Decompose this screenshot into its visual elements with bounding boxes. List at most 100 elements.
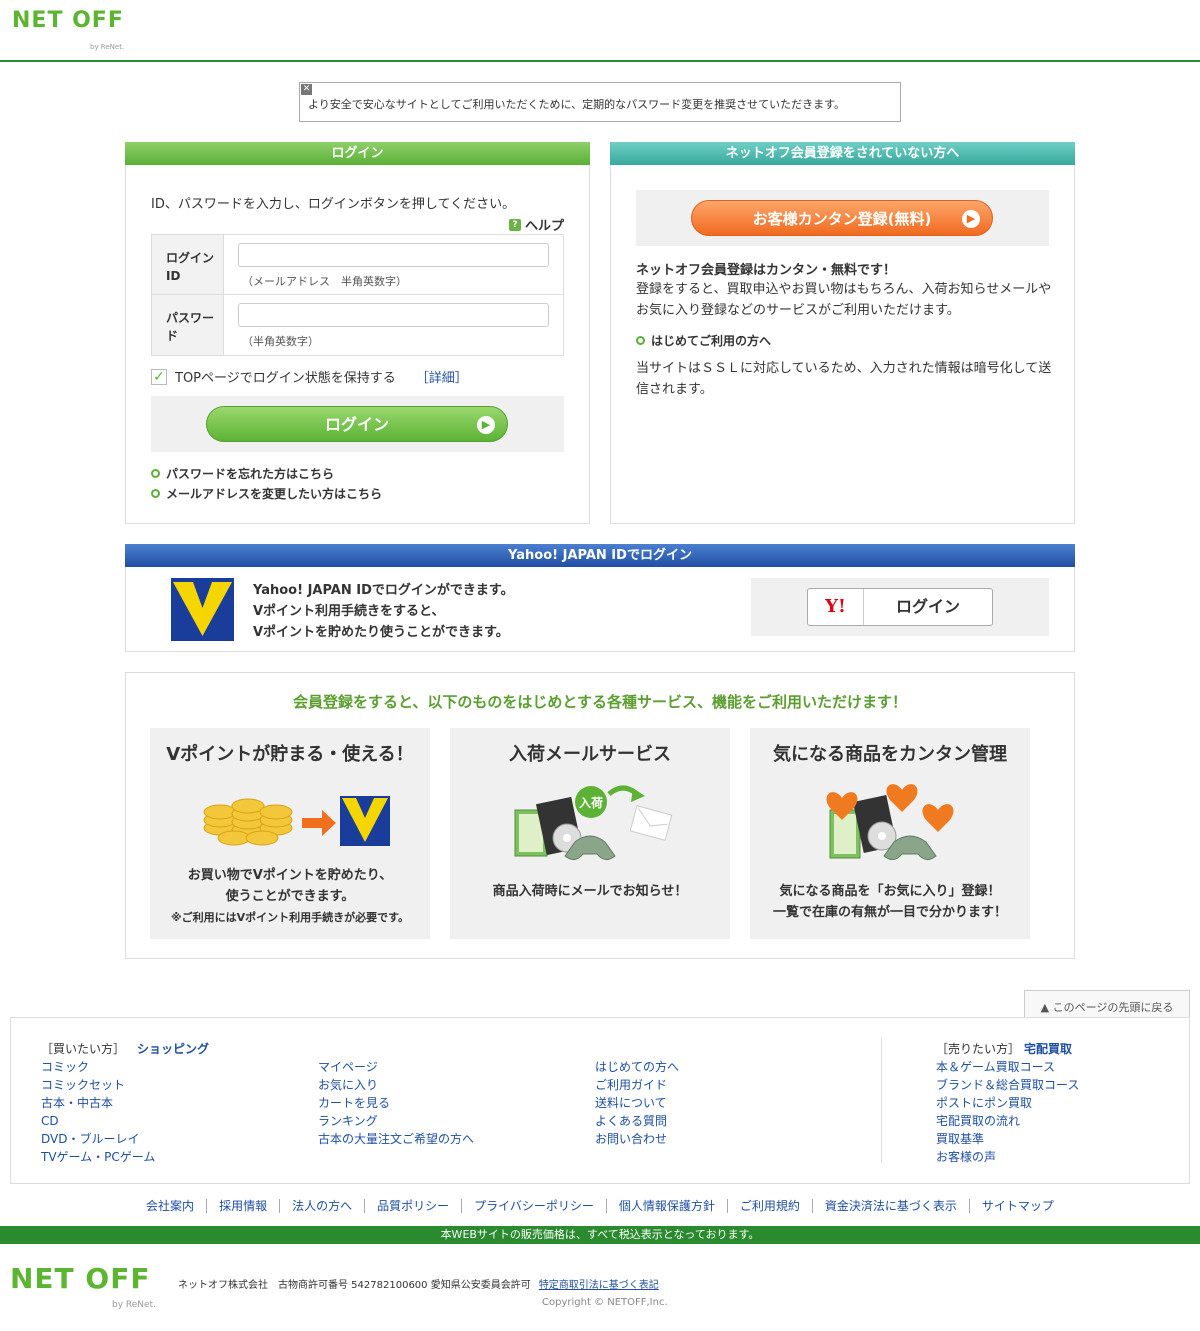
password-notice: ✕ より安全で安心なサイトとしてご利用いただくために、定期的なパスワード変更を推… <box>299 82 901 122</box>
footer-quality-link[interactable]: 品質ポリシー <box>364 1199 462 1213</box>
footer-divider <box>881 1038 882 1163</box>
feature-description: 気になる商品を「お気に入り」登録！ 一覧で在庫の有無が一目で分かります！ <box>772 884 1007 920</box>
feature-description: 商品入荷時にメールでお知らせ！ <box>492 884 688 899</box>
change-email-link[interactable]: メールアドレスを変更したい方はこちら <box>151 483 382 503</box>
footer-logo[interactable]: NET OFF by ReNet. <box>10 1262 165 1312</box>
feature-title: Vポイントが貯まる・使える！ <box>166 744 414 765</box>
feature-title: 気になる商品をカンタン管理 <box>773 744 1007 765</box>
logo-by: by ReNet. <box>90 43 125 51</box>
login-id-hint: （メールアドレス 半角英数字） <box>242 275 407 288</box>
footer-link[interactable]: 古本・中古本 <box>41 1094 209 1112</box>
footer-heading-shopping: ［買いたい方］ ショッピング <box>41 1042 210 1056</box>
footer-col-shopping: ［買いたい方］ ショッピング コミック コミックセット 古本・中古本 CD DVD… <box>41 1040 209 1166</box>
tax-notice-bar: 本WEBサイトの販売価格は、すべて税込表示となっております。 <box>0 1226 1200 1244</box>
footer-personal-info-link[interactable]: 個人情報保護方針 <box>605 1199 727 1213</box>
login-links: パスワードを忘れた方はこちら メールアドレスを変更したい方はこちら <box>151 463 382 503</box>
help-icon: ? <box>508 218 521 231</box>
register-button-label: お客様カンタン登録(無料) <box>752 210 932 228</box>
yahoo-login-panel: Yahoo! JAPAN IDでログイン Yahoo! JAPAN IDでログイ… <box>125 544 1075 652</box>
login-form: ログインID （メールアドレス 半角英数字） パスワード （半角英数字） <box>151 234 564 356</box>
forgot-password-link[interactable]: パスワードを忘れた方はこちら <box>151 463 382 483</box>
footer-link[interactable]: コミックセット <box>41 1076 209 1094</box>
help-link[interactable]: ? ヘルプ <box>508 215 564 234</box>
footer-col-buyback: ［売りたい方］ 宅配買取 本＆ゲーム買取コース ブランド＆総合買取コース ポストに… <box>936 1040 1079 1166</box>
yahoo-icon: Y! <box>808 589 864 625</box>
arrow-right-icon: ▶ <box>477 416 495 434</box>
password-input[interactable] <box>238 303 549 327</box>
help-label: ヘルプ <box>524 219 564 234</box>
feature-stock-mail: 入荷メールサービス 入荷 商品入荷時にメールでお知らせ！ <box>450 728 730 939</box>
bullet-icon <box>151 468 160 478</box>
register-button[interactable]: お客様カンタン登録(無料) ▶ <box>691 200 993 236</box>
tokutei-link[interactable]: 特定商取引法に基づく表記 <box>539 1280 659 1291</box>
features-title: 会員登録をすると、以下のものをはじめとする各種サービス、機能をご利用いただけます… <box>293 693 907 711</box>
register-panel-title: ネットオフ会員登録をされていない方へ <box>610 142 1075 165</box>
logo-text: NET OFF <box>12 8 124 33</box>
bullet-icon <box>151 488 160 498</box>
footer-link[interactable]: コミック <box>41 1058 209 1076</box>
footer-link[interactable]: 送料について <box>595 1094 679 1112</box>
footer-payment-law-link[interactable]: 資金決済法に基づく表示 <box>811 1199 969 1213</box>
favorites-icon <box>820 780 960 874</box>
footer-link[interactable]: CD <box>41 1112 209 1130</box>
footer-bottom-links: 会社案内 採用情報 法人の方へ 品質ポリシー プライバシーポリシー 個人情報保護方針 ご利用… <box>0 1197 1200 1214</box>
keep-login-detail-link[interactable]: ［詳細］ <box>416 367 468 386</box>
stock-mail-icon: 入荷 <box>505 780 675 874</box>
login-button-area: ログイン ▶ <box>151 396 564 452</box>
back-to-top-link[interactable]: ▲ このページの先頭に戻る <box>1024 990 1190 1018</box>
footer-link[interactable]: お気に入り <box>318 1076 474 1094</box>
footer-link[interactable]: ブランド＆総合買取コース <box>936 1076 1079 1094</box>
footer-logo-by: by ReNet. <box>112 1300 156 1310</box>
feature-description: お買い物でVポイントを貯めたり、 使うことができます。 ※ご利用にはVポイント利… <box>170 868 410 924</box>
footer-sitemap-link[interactable]: サイトマップ <box>968 1199 1066 1213</box>
footer-link[interactable]: 本＆ゲーム買取コース <box>936 1058 1079 1076</box>
keep-login: ✓ TOPページでログイン状態を保持する ［詳細］ <box>151 367 468 386</box>
company-info: ネットオフ株式会社 古物商許可番号 542782100600 愛知県公安委員会許… <box>178 1280 659 1291</box>
footer-link[interactable]: ランキング <box>318 1112 474 1130</box>
notice-message: より安全で安心なサイトとしてご利用いただくために、定期的なパスワード変更を推奨さ… <box>308 98 846 111</box>
footer-heading-buyback: ［売りたい方］ 宅配買取 <box>936 1042 1073 1056</box>
first-time-link[interactable]: はじめてご利用の方へ <box>636 332 771 349</box>
footer-link[interactable]: マイページ <box>318 1058 474 1076</box>
login-id-input[interactable] <box>238 243 549 267</box>
footer-corporate-link[interactable]: 法人の方へ <box>279 1199 365 1213</box>
feature-v-point: Vポイントが貯まる・使える！ お買い物でVポイントを貯めたり、 使うことができま… <box>150 728 430 939</box>
footer-link[interactable]: お客様の声 <box>936 1148 1079 1166</box>
footer-nav: ［買いたい方］ ショッピング コミック コミックセット 古本・中古本 CD DVD… <box>10 1017 1190 1184</box>
footer-link[interactable]: よくある質問 <box>595 1112 679 1130</box>
footer-link[interactable]: お問い合わせ <box>595 1130 679 1148</box>
coins-to-v-point-icon <box>190 778 390 862</box>
login-id-row: ログインID （メールアドレス 半角英数字） <box>152 235 563 295</box>
footer-link[interactable]: カートを見る <box>318 1094 474 1112</box>
v-point-logo <box>171 578 234 641</box>
register-button-area: お客様カンタン登録(無料) ▶ <box>636 190 1049 246</box>
login-button-label: ログイン <box>324 415 389 434</box>
footer-link[interactable]: 宅配買取の流れ <box>936 1112 1079 1130</box>
footer-col-mypage: マイページ お気に入り カートを見る ランキング 古本の大量注文ご希望の方へ <box>318 1058 474 1148</box>
footer-recruit-link[interactable]: 採用情報 <box>206 1199 280 1213</box>
yahoo-login-label: ログイン <box>895 597 960 616</box>
keep-login-checkbox[interactable]: ✓ <box>151 368 167 385</box>
footer-company-link[interactable]: 会社案内 <box>134 1199 206 1213</box>
footer-link[interactable]: ポストにポン買取 <box>936 1094 1079 1112</box>
copyright: Copyright © NETOFF,Inc. <box>542 1297 668 1308</box>
footer-privacy-link[interactable]: プライバシーポリシー <box>461 1199 606 1213</box>
footer-link[interactable]: はじめての方へ <box>595 1058 679 1076</box>
password-label: パスワード <box>152 295 224 355</box>
arrow-right-icon: ▶ <box>962 210 980 228</box>
footer-link[interactable]: 買取基準 <box>936 1130 1079 1148</box>
close-icon[interactable]: ✕ <box>301 84 312 95</box>
register-description: 登録をすると、買取申込やお買い物はもちろん、入荷お知らせメールやお気に入り登録な… <box>636 282 1052 318</box>
netoff-logo[interactable]: NET OFF by ReNet. <box>12 10 132 52</box>
features-panel: 会員登録をすると、以下のものをはじめとする各種サービス、機能をご利用いただけます… <box>125 672 1075 959</box>
stock-badge: 入荷 <box>579 796 604 810</box>
footer-link[interactable]: ご利用ガイド <box>595 1076 679 1094</box>
footer-link[interactable]: TVゲーム・PCゲーム <box>41 1148 209 1166</box>
login-button[interactable]: ログイン ▶ <box>206 406 508 442</box>
footer-terms-link[interactable]: ご利用規約 <box>726 1199 812 1213</box>
footer-col-guide: はじめての方へ ご利用ガイド 送料について よくある質問 お問い合わせ <box>595 1058 679 1148</box>
yahoo-login-button[interactable]: Y! ログイン <box>807 588 993 626</box>
footer-link[interactable]: DVD・ブルーレイ <box>41 1130 209 1148</box>
yahoo-description: Yahoo! JAPAN IDでログインができます。 Vポイント利用手続きをする… <box>253 583 514 640</box>
footer-link[interactable]: 古本の大量注文ご希望の方へ <box>318 1130 474 1148</box>
